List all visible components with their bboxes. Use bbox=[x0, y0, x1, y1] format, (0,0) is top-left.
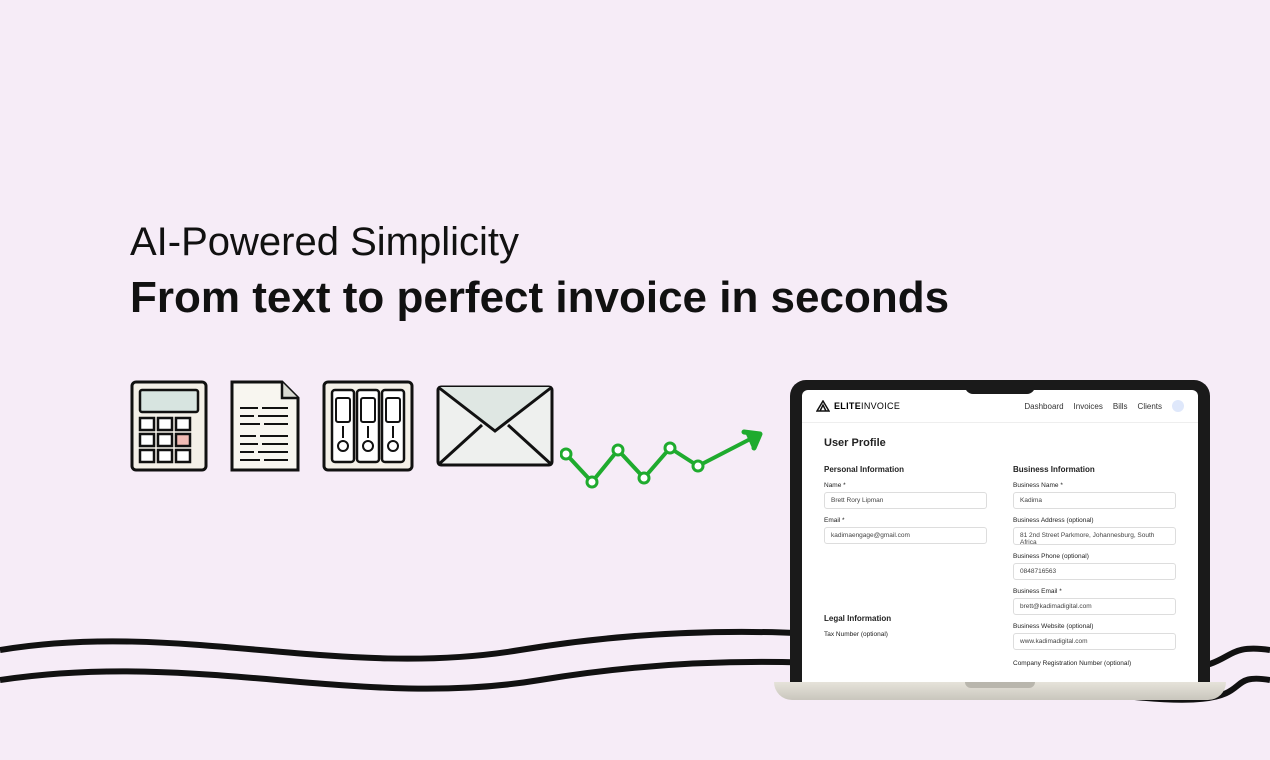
document-icon bbox=[230, 380, 300, 472]
nav-clients[interactable]: Clients bbox=[1138, 402, 1162, 411]
name-input[interactable]: Brett Rory Lipman bbox=[824, 492, 987, 509]
hero-title: From text to perfect invoice in seconds bbox=[130, 273, 949, 323]
reg-label: Company Registration Number (optional) bbox=[1013, 660, 1176, 667]
calculator-icon bbox=[130, 380, 208, 472]
baddr-label: Business Address (optional) bbox=[1013, 517, 1176, 524]
icon-row bbox=[130, 380, 554, 472]
app-header: ELITEINVOICE Dashboard Invoices Bills Cl… bbox=[802, 390, 1198, 423]
email-label: Email * bbox=[824, 517, 987, 524]
growth-arrow-icon bbox=[560, 420, 780, 515]
hero-subtitle: AI-Powered Simplicity bbox=[130, 220, 949, 265]
laptop-base bbox=[774, 682, 1226, 700]
business-heading: Business Information bbox=[1013, 465, 1176, 474]
app-screen: ELITEINVOICE Dashboard Invoices Bills Cl… bbox=[802, 390, 1198, 682]
bname-input[interactable]: Kadima bbox=[1013, 492, 1176, 509]
nav-invoices[interactable]: Invoices bbox=[1074, 402, 1103, 411]
bemail-label: Business Email * bbox=[1013, 588, 1176, 595]
laptop-mockup: ELITEINVOICE Dashboard Invoices Bills Cl… bbox=[790, 380, 1210, 700]
bemail-input[interactable]: brett@kadimadigital.com bbox=[1013, 598, 1176, 615]
bweb-input[interactable]: www.kadimadigital.com bbox=[1013, 633, 1176, 650]
page-title: User Profile bbox=[824, 437, 1176, 449]
bphone-label: Business Phone (optional) bbox=[1013, 553, 1176, 560]
nav-dashboard[interactable]: Dashboard bbox=[1024, 402, 1063, 411]
binders-icon bbox=[322, 380, 414, 472]
bweb-label: Business Website (optional) bbox=[1013, 623, 1176, 630]
legal-heading: Legal Information bbox=[824, 614, 987, 623]
nav-bills[interactable]: Bills bbox=[1113, 402, 1128, 411]
tax-label: Tax Number (optional) bbox=[824, 631, 987, 638]
baddr-input[interactable]: 81 2nd Street Parkmore, Johannesburg, So… bbox=[1013, 527, 1176, 545]
bname-label: Business Name * bbox=[1013, 482, 1176, 489]
app-logo: ELITEINVOICE bbox=[816, 400, 900, 412]
avatar[interactable] bbox=[1172, 400, 1184, 412]
personal-heading: Personal Information bbox=[824, 465, 987, 474]
email-input[interactable]: kadimaengage@gmail.com bbox=[824, 527, 987, 544]
envelope-icon bbox=[436, 385, 554, 467]
name-label: Name * bbox=[824, 482, 987, 489]
bphone-input[interactable]: 0848716563 bbox=[1013, 563, 1176, 580]
